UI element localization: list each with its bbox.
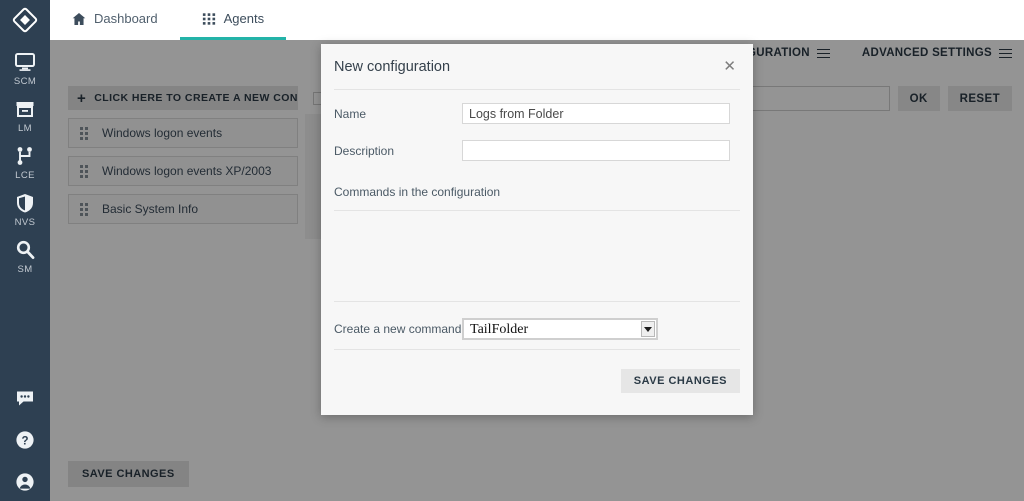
- modal-save-changes-button[interactable]: SAVE CHANGES: [620, 369, 740, 393]
- shield-icon: [17, 194, 33, 213]
- archive-box-icon: [16, 102, 34, 117]
- app-logo[interactable]: [0, 0, 50, 40]
- create-command-select[interactable]: TailFolder: [462, 318, 658, 340]
- modal-footer: SAVE CHANGES: [321, 350, 753, 412]
- tab-label: Agents: [223, 11, 265, 26]
- create-command-label: Create a new command: [334, 322, 462, 336]
- chat-bubble-icon: [17, 391, 33, 406]
- help-circle-icon: ?: [16, 431, 34, 449]
- name-label: Name: [334, 106, 367, 121]
- create-command-select-wrap: TailFolder: [462, 318, 658, 340]
- name-field-row: Name: [334, 100, 740, 127]
- sidebar-item-chat[interactable]: [0, 387, 50, 409]
- sidebar-item-label: SCM: [13, 76, 37, 87]
- diamond-logo-icon: [12, 7, 38, 33]
- commands-section-label: Commands in the configuration: [334, 185, 501, 199]
- magnifier-icon: [16, 240, 35, 260]
- sidebar-item-nvs[interactable]: NVS: [0, 192, 50, 228]
- tab-agents[interactable]: Agents: [179, 0, 287, 40]
- home-icon: [72, 12, 86, 25]
- user-circle-icon: [16, 473, 34, 491]
- divider: [334, 301, 740, 302]
- description-label: Description: [334, 143, 395, 158]
- sidebar-item-label: LM: [18, 123, 32, 134]
- sidebar-item-label: LCE: [15, 170, 35, 181]
- branch-network-icon: [17, 147, 32, 165]
- modal-header: New configuration ✕: [321, 44, 753, 89]
- new-configuration-modal: New configuration ✕ Name Description Com…: [321, 44, 753, 415]
- sidebar-item-label: NVS: [14, 217, 36, 228]
- monitor-icon: [15, 53, 35, 71]
- top-navigation-bar: Dashboard Agents: [50, 0, 1024, 40]
- sidebar-item-sm[interactable]: SM: [0, 239, 50, 275]
- create-command-row: Create a new command TailFolder: [334, 309, 740, 349]
- modal-body: Name Description Commands in the configu…: [321, 89, 753, 350]
- sidebar-item-scm[interactable]: SCM: [0, 51, 50, 87]
- name-input[interactable]: [462, 103, 730, 124]
- tab-label: Dashboard: [94, 11, 158, 26]
- modal-title: New configuration: [334, 58, 451, 75]
- divider: [334, 89, 740, 90]
- app-root: SCM LM LCE NVS SM ? Dashboard Agents CON…: [0, 0, 1024, 501]
- svg-text:?: ?: [21, 435, 28, 447]
- description-field-row: Description: [334, 137, 740, 164]
- close-icon[interactable]: ✕: [720, 57, 739, 76]
- sidebar-item-help[interactable]: ?: [0, 429, 50, 451]
- left-sidebar: SCM LM LCE NVS SM ?: [0, 0, 50, 501]
- grid-icon: [202, 12, 215, 25]
- tab-dashboard[interactable]: Dashboard: [50, 0, 180, 40]
- commands-list-empty: [334, 211, 740, 301]
- sidebar-item-label: SM: [17, 264, 33, 275]
- sidebar-item-lm[interactable]: LM: [0, 98, 50, 134]
- description-input[interactable]: [462, 140, 730, 161]
- sidebar-item-account[interactable]: [0, 471, 50, 493]
- sidebar-item-lce[interactable]: LCE: [0, 145, 50, 181]
- sidebar-bottom-group: ?: [0, 367, 50, 493]
